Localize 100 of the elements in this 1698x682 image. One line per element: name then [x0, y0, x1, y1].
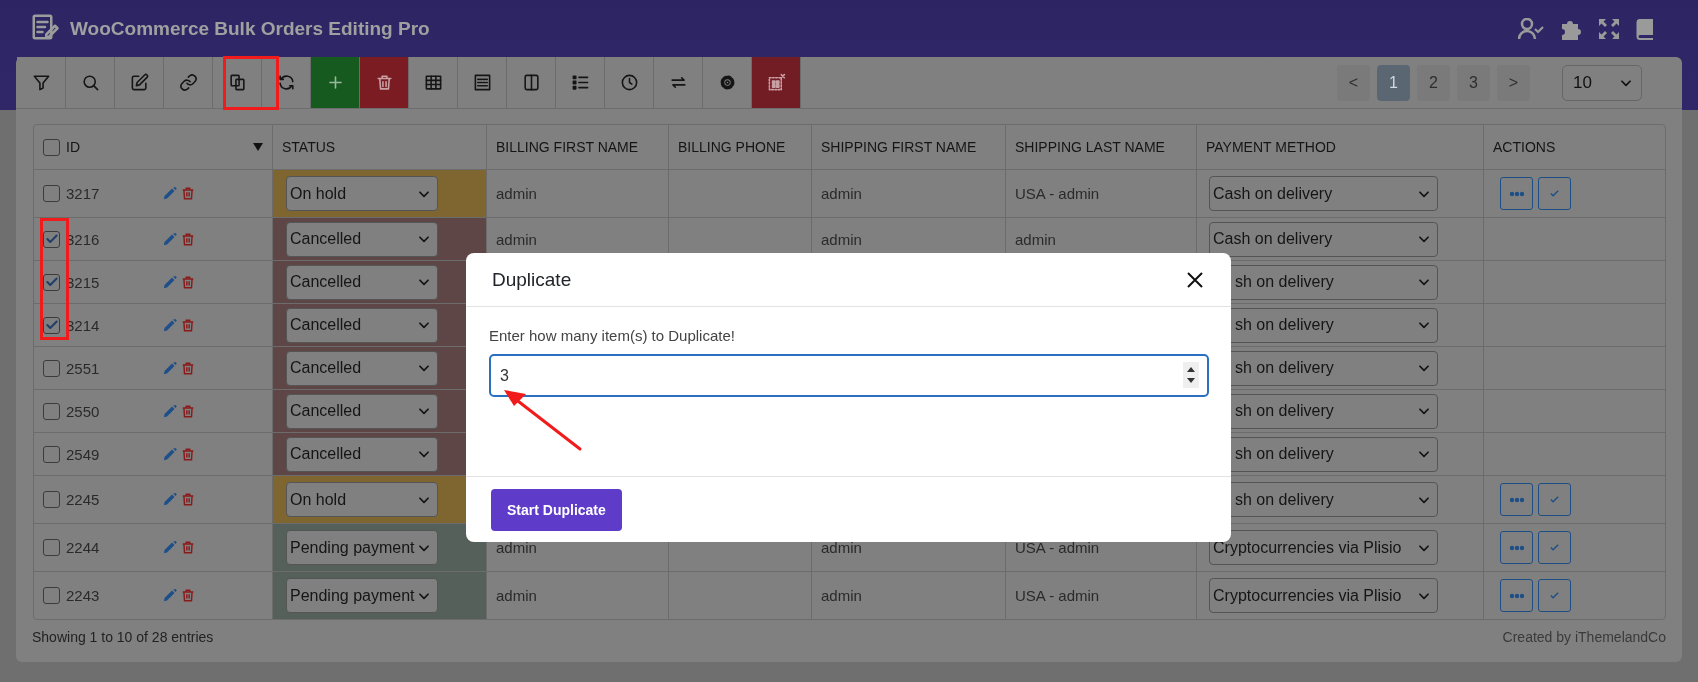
add-button[interactable]	[311, 57, 360, 108]
status-select[interactable]: Cancelled	[286, 221, 438, 257]
clear-selection-button[interactable]	[752, 57, 801, 108]
fullscreen-icon[interactable]	[1598, 17, 1620, 40]
caret-icon[interactable]	[253, 143, 263, 151]
payment-select[interactable]: Cash on delivery	[1209, 176, 1438, 211]
dialog-title: Duplicate	[492, 268, 572, 291]
row-checkbox[interactable]	[43, 445, 60, 463]
clock-icon	[619, 73, 639, 92]
pencil-icon[interactable]	[162, 360, 177, 376]
pencil-icon[interactable]	[162, 492, 177, 507]
delete-button[interactable]	[360, 57, 409, 108]
status-select[interactable]: Pending payment	[286, 530, 438, 565]
page-button[interactable]: 1	[1377, 64, 1410, 101]
copy-icon	[227, 73, 247, 92]
column-header[interactable]: SHIPPING FIRST NAME	[821, 139, 977, 155]
trash-icon[interactable]	[181, 231, 195, 247]
row-checkbox[interactable]	[43, 316, 60, 334]
check-icon	[1549, 590, 1560, 601]
row-checkbox[interactable]	[43, 185, 60, 202]
page-button[interactable]: 3	[1457, 64, 1490, 101]
select-all-checkbox[interactable]	[43, 138, 60, 156]
trash-icon[interactable]	[181, 274, 195, 290]
status-select[interactable]: Cancelled	[286, 436, 438, 472]
row-checkbox[interactable]	[43, 359, 60, 377]
grid-icon	[766, 73, 786, 92]
save-button[interactable]	[1538, 531, 1571, 564]
column-header[interactable]: PAYMENT METHOD	[1206, 139, 1336, 155]
status-select[interactable]: On hold	[286, 482, 438, 517]
refresh-icon	[276, 73, 296, 92]
table-cell: admin	[821, 185, 862, 202]
pencil-icon[interactable]	[162, 588, 177, 603]
more-button[interactable]	[1500, 177, 1533, 210]
row-checkbox[interactable]	[43, 402, 60, 420]
close-button[interactable]	[1186, 270, 1204, 289]
column-header[interactable]: STATUS	[282, 139, 336, 155]
page-button[interactable]: <	[1337, 64, 1370, 101]
trash-icon[interactable]	[181, 403, 195, 419]
sheet-icon	[472, 73, 492, 92]
trash-icon[interactable]	[181, 186, 195, 201]
more-button[interactable]	[1500, 531, 1533, 564]
status-select[interactable]: Cancelled	[286, 264, 438, 300]
quantity-field[interactable]: 3	[489, 354, 1209, 397]
row-checkbox[interactable]	[43, 230, 60, 248]
table-cell: admin	[821, 230, 862, 248]
order-id: 2243	[66, 587, 101, 604]
pencil-icon[interactable]	[162, 446, 177, 462]
table-cell: USA - admin	[1015, 539, 1100, 556]
row-checkbox[interactable]	[43, 587, 60, 604]
pencil-icon[interactable]	[162, 231, 177, 247]
order-id: 2244	[66, 539, 101, 556]
pencil-icon[interactable]	[162, 540, 177, 555]
save-button[interactable]	[1538, 483, 1571, 516]
more-button[interactable]	[1500, 483, 1533, 516]
pencil-icon[interactable]	[162, 317, 177, 333]
payment-select[interactable]: Cryptocurrencies via Plisio	[1209, 578, 1438, 613]
trash-icon[interactable]	[181, 446, 195, 462]
status-select[interactable]: Cancelled	[286, 393, 438, 429]
column-header[interactable]: SHIPPING LAST NAME	[1015, 139, 1165, 155]
start-duplicate-button[interactable]: Start Duplicate	[491, 488, 622, 531]
trash-icon[interactable]	[181, 588, 195, 603]
check-icon	[1549, 494, 1560, 505]
list-icon	[570, 73, 590, 92]
status-select[interactable]: Cancelled	[286, 307, 438, 343]
page-button[interactable]: 2	[1417, 64, 1450, 101]
status-select[interactable]: On hold	[286, 176, 438, 211]
save-button[interactable]	[1538, 177, 1571, 210]
dots-icon	[1508, 592, 1525, 599]
row-checkbox[interactable]	[43, 273, 60, 291]
book-icon[interactable]	[1636, 17, 1654, 40]
more-button[interactable]	[1500, 579, 1533, 612]
link-icon	[178, 73, 198, 92]
pencil-icon[interactable]	[162, 403, 177, 419]
user-check-icon[interactable]	[1518, 17, 1544, 40]
pencil-icon[interactable]	[162, 186, 177, 201]
search-icon	[80, 73, 100, 92]
column-header[interactable]: BILLING FIRST NAME	[496, 139, 639, 155]
page-button[interactable]: >	[1497, 64, 1530, 101]
filter-button[interactable]	[17, 57, 66, 108]
save-button[interactable]	[1538, 579, 1571, 612]
column-header[interactable]: BILLING PHONE	[678, 139, 786, 155]
column-header[interactable]: ID	[66, 139, 253, 155]
check-icon	[1549, 542, 1560, 553]
payment-select[interactable]: Cash on delivery	[1209, 221, 1438, 257]
order-id: 2549	[66, 445, 101, 463]
check-icon	[1549, 188, 1560, 199]
trash-icon[interactable]	[181, 360, 195, 376]
column-header[interactable]: ACTIONS	[1493, 139, 1556, 155]
payment-select[interactable]: Cryptocurrencies via Plisio	[1209, 530, 1438, 565]
trash-icon[interactable]	[181, 317, 195, 333]
spinner-icon[interactable]	[1183, 362, 1199, 388]
status-select[interactable]: Pending payment	[286, 578, 438, 613]
row-checkbox[interactable]	[43, 491, 60, 508]
table-cell: admin	[496, 539, 537, 556]
pencil-icon[interactable]	[162, 274, 177, 290]
row-checkbox[interactable]	[43, 539, 60, 556]
trash-icon[interactable]	[181, 492, 195, 507]
per-page-select[interactable]: 10	[1562, 64, 1642, 101]
status-select[interactable]: Cancelled	[286, 350, 438, 386]
trash-icon[interactable]	[181, 540, 195, 555]
